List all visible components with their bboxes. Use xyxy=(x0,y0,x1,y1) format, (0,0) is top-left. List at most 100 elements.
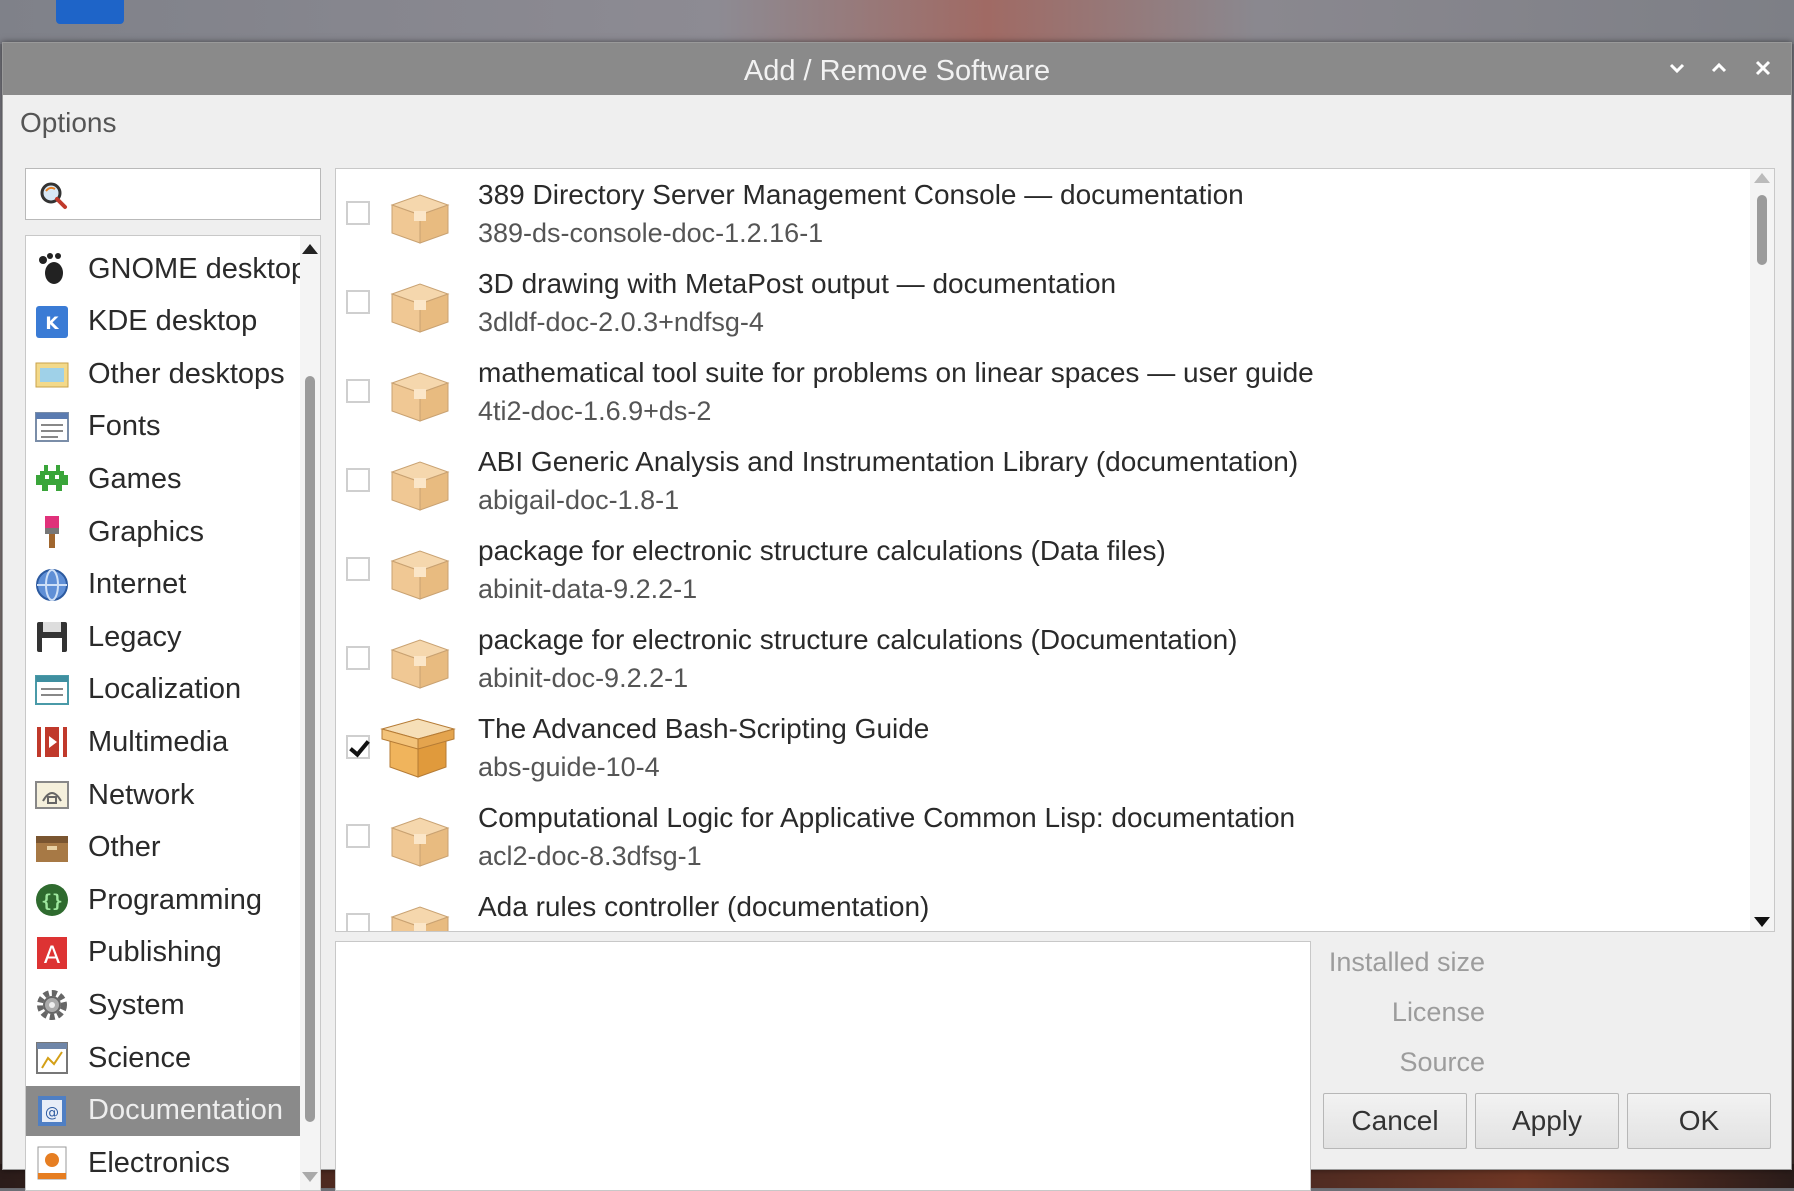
package-list: 389 Directory Server Management Console … xyxy=(335,168,1775,932)
category-label: Electronics xyxy=(88,1146,230,1179)
cancel-button[interactable]: Cancel xyxy=(1323,1093,1467,1149)
package-row[interactable]: package for electronic structure calcula… xyxy=(336,525,1746,614)
scroll-up-arrow-icon[interactable] xyxy=(1754,173,1770,183)
category-item[interactable]: A Publishing xyxy=(26,928,300,978)
category-item[interactable]: K KDE desktop xyxy=(26,297,300,347)
package-icon xyxy=(388,363,452,423)
package-checkbox[interactable] xyxy=(346,201,370,225)
search-box[interactable] xyxy=(25,168,321,220)
close-button[interactable] xyxy=(1747,53,1779,85)
category-scrollbar-thumb[interactable] xyxy=(305,376,315,1122)
package-row[interactable]: ABI Generic Analysis and Instrumentation… xyxy=(336,436,1746,525)
category-label: Games xyxy=(88,462,182,495)
category-item[interactable]: Graphics xyxy=(26,507,300,557)
category-item[interactable]: Internet xyxy=(26,560,300,610)
chevron-up-icon xyxy=(1711,62,1727,73)
package-icon xyxy=(388,630,452,690)
desktop-trash-icon[interactable] xyxy=(56,0,124,24)
fonts-icon xyxy=(32,407,72,447)
options-menu[interactable]: Options xyxy=(20,107,117,139)
package-row[interactable]: 389 Directory Server Management Console … xyxy=(336,169,1746,258)
scroll-down-arrow-icon[interactable] xyxy=(302,1172,318,1182)
package-name: mathematical tool suite for problems on … xyxy=(478,357,1314,388)
kde-icon: K xyxy=(32,302,72,342)
apply-button[interactable]: Apply xyxy=(1475,1093,1619,1149)
programming-icon: {} xyxy=(32,880,72,920)
graphics-icon xyxy=(32,512,72,552)
category-label: Network xyxy=(88,778,195,811)
maximize-button[interactable] xyxy=(1703,53,1735,85)
package-name: package for electronic structure calcula… xyxy=(478,624,1238,655)
title-bar[interactable]: Add / Remove Software xyxy=(3,43,1791,95)
package-version: 389-ds-console-doc-1.2.16-1 xyxy=(478,218,824,248)
svg-text:A: A xyxy=(44,941,61,969)
package-row[interactable]: Computational Logic for Applicative Comm… xyxy=(336,792,1746,881)
license-label: License xyxy=(1391,997,1485,1027)
category-label: Programming xyxy=(88,883,263,916)
package-checkbox[interactable] xyxy=(346,913,370,931)
package-row[interactable]: package for electronic structure calcula… xyxy=(336,614,1746,703)
category-item[interactable]: Network xyxy=(26,770,300,820)
svg-text:@: @ xyxy=(45,1105,59,1121)
package-checkbox[interactable] xyxy=(346,379,370,403)
search-input[interactable] xyxy=(78,177,312,213)
category-scrollbar[interactable] xyxy=(300,236,320,1190)
ok-button[interactable]: OK xyxy=(1627,1093,1771,1149)
package-checkbox[interactable] xyxy=(346,557,370,581)
category-label: Documentation xyxy=(88,1094,284,1127)
gear-icon xyxy=(32,985,72,1025)
box-icon xyxy=(32,828,72,868)
chevron-down-icon xyxy=(1669,63,1685,74)
minimize-button[interactable] xyxy=(1661,53,1693,85)
scroll-up-arrow-icon[interactable] xyxy=(302,244,318,254)
category-item[interactable]: GNOME desktop xyxy=(26,244,307,294)
installed-size-label: Installed size xyxy=(1328,947,1485,977)
category-item[interactable]: Other xyxy=(26,823,300,873)
package-checkbox[interactable] xyxy=(346,646,370,670)
category-label: Other desktops xyxy=(88,357,285,390)
category-item[interactable]: Other desktops xyxy=(26,349,300,399)
package-version: abinit-data-9.2.2-1 xyxy=(478,574,698,604)
category-item[interactable]: Localization xyxy=(26,665,300,715)
category-item[interactable]: System xyxy=(26,980,300,1030)
package-scrollbar[interactable] xyxy=(1750,169,1774,931)
package-checkbox[interactable] xyxy=(346,290,370,314)
category-item[interactable]: Science xyxy=(26,1033,300,1083)
package-row[interactable]: 3D drawing with MetaPost output — docume… xyxy=(336,258,1746,347)
package-icon xyxy=(388,541,452,601)
package-checkbox[interactable] xyxy=(346,824,370,848)
category-item[interactable]: Legacy xyxy=(26,612,300,662)
desktop-icon xyxy=(32,354,72,394)
package-icon xyxy=(388,452,452,512)
category-label: Localization xyxy=(88,673,242,706)
package-row[interactable]: The Advanced Bash-Scripting Guide abs-gui… xyxy=(336,703,1746,792)
category-item[interactable]: Electronics xyxy=(26,1138,300,1188)
search-icon xyxy=(40,182,67,209)
category-item[interactable]: @ Documentation xyxy=(26,1085,300,1136)
globe-icon xyxy=(32,565,72,605)
package-name: Ada rules controller (documentation) xyxy=(478,891,930,922)
category-item[interactable]: {} Programming xyxy=(26,875,300,925)
package-version: abs-guide-10-4 xyxy=(478,752,660,782)
scroll-down-arrow-icon[interactable] xyxy=(1754,917,1770,927)
category-item[interactable]: Multimedia xyxy=(26,717,300,767)
package-row[interactable]: mathematical tool suite for problems on … xyxy=(336,347,1746,436)
category-item-partial[interactable] xyxy=(26,236,300,244)
floppy-icon xyxy=(32,617,72,657)
add-remove-software-window: Add / Remove Software Options GNOME desk… xyxy=(2,42,1792,1191)
package-name: Computational Logic for Applicative Comm… xyxy=(478,802,1296,833)
svg-text:K: K xyxy=(45,314,59,334)
category-label: Legacy xyxy=(88,620,182,653)
package-checkbox[interactable] xyxy=(346,468,370,492)
category-label: Internet xyxy=(88,568,187,601)
category-item[interactable]: Games xyxy=(26,454,300,504)
category-label: Graphics xyxy=(88,515,205,548)
category-label: Other xyxy=(88,831,161,864)
category-item[interactable]: Fonts xyxy=(26,402,300,452)
games-icon xyxy=(32,459,72,499)
package-row[interactable]: Ada rules controller (documentation) xyxy=(336,881,1746,931)
package-checkbox[interactable] xyxy=(346,735,370,759)
svg-text:{}: {} xyxy=(41,891,63,912)
package-description xyxy=(335,941,1311,1191)
package-scrollbar-thumb[interactable] xyxy=(1757,195,1767,265)
